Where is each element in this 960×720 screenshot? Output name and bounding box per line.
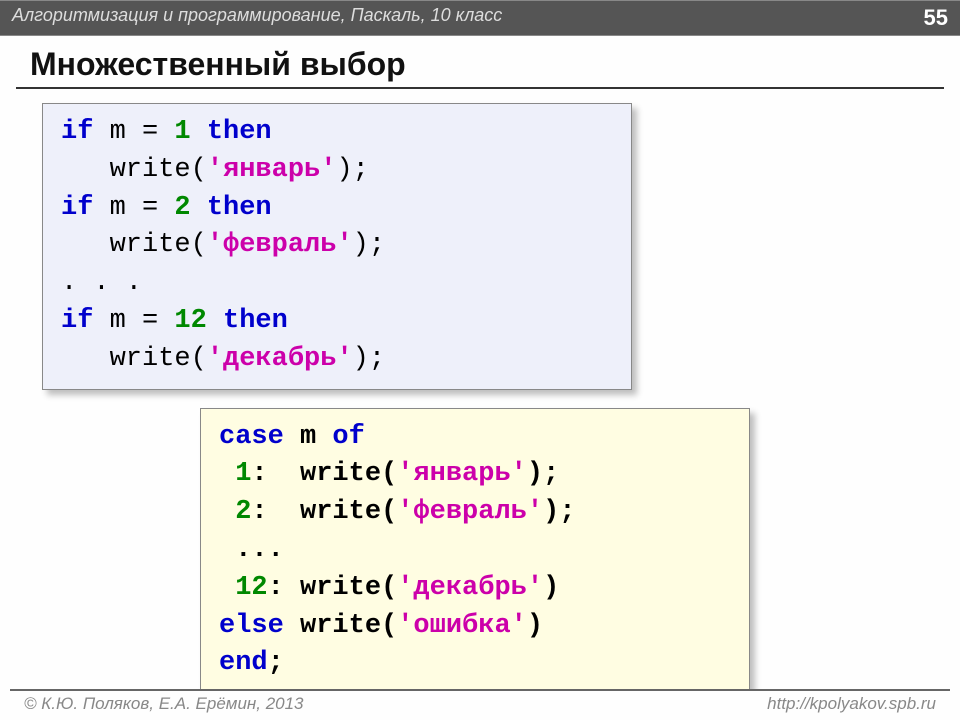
txt: write( <box>61 230 207 260</box>
sp <box>219 497 235 527</box>
kw: if <box>61 306 93 336</box>
txt: ); <box>353 230 385 260</box>
num: 1 <box>174 117 190 147</box>
kw: then <box>191 117 272 147</box>
str: 'декабрь' <box>207 344 353 374</box>
str: 'ошибка' <box>397 611 527 641</box>
num: 12 <box>174 306 206 336</box>
txt: ); <box>527 459 559 489</box>
txt: ) <box>543 573 559 603</box>
txt: write( <box>284 611 397 641</box>
txt: write( <box>61 344 207 374</box>
kw: then <box>207 306 288 336</box>
txt: ) <box>527 611 543 641</box>
kw: if <box>61 193 93 223</box>
code-block-if: if m = 1 then write('январь'); if m = 2 … <box>42 103 632 390</box>
header-subject: Алгоритмизация и программирование, Паска… <box>12 5 502 31</box>
txt: m = <box>93 193 174 223</box>
sp <box>219 573 235 603</box>
txt: ; <box>268 648 284 678</box>
ellipsis: . . . <box>61 268 142 298</box>
str: 'январь' <box>207 155 337 185</box>
str: 'январь' <box>397 459 527 489</box>
footer-bar: © К.Ю. Поляков, Е.А. Ерёмин, 2013 http:/… <box>10 689 950 720</box>
str: 'декабрь' <box>397 573 543 603</box>
kw: if <box>61 117 93 147</box>
header-bar: Алгоритмизация и программирование, Паска… <box>0 0 960 36</box>
txt: ); <box>336 155 368 185</box>
kw: then <box>191 193 272 223</box>
txt: ); <box>353 344 385 374</box>
copyright: © К.Ю. Поляков, Е.А. Ерёмин, 2013 <box>24 694 304 714</box>
num: 2 <box>174 193 190 223</box>
ellipsis: ... <box>219 535 284 565</box>
kw: else <box>219 611 284 641</box>
txt: m = <box>93 306 174 336</box>
kw: case <box>219 422 284 452</box>
txt: : write( <box>251 497 397 527</box>
str: 'февраль' <box>207 230 353 260</box>
txt: m = <box>93 117 174 147</box>
kw: end <box>219 648 268 678</box>
txt: : write( <box>251 459 397 489</box>
txt: write( <box>61 155 207 185</box>
footer-url: http://kpolyakov.spb.ru <box>767 694 936 714</box>
txt: ); <box>543 497 575 527</box>
kw: of <box>332 422 364 452</box>
txt: m <box>284 422 333 452</box>
title-divider <box>16 87 944 89</box>
sp <box>219 459 235 489</box>
code-block-case: case m of 1: write('январь'); 2: write('… <box>200 408 750 695</box>
page-number: 55 <box>924 5 948 31</box>
page-title: Множественный выбор <box>0 36 960 87</box>
str: 'февраль' <box>397 497 543 527</box>
txt: : write( <box>268 573 398 603</box>
num: 1 <box>235 459 251 489</box>
num: 12 <box>235 573 267 603</box>
num: 2 <box>235 497 251 527</box>
